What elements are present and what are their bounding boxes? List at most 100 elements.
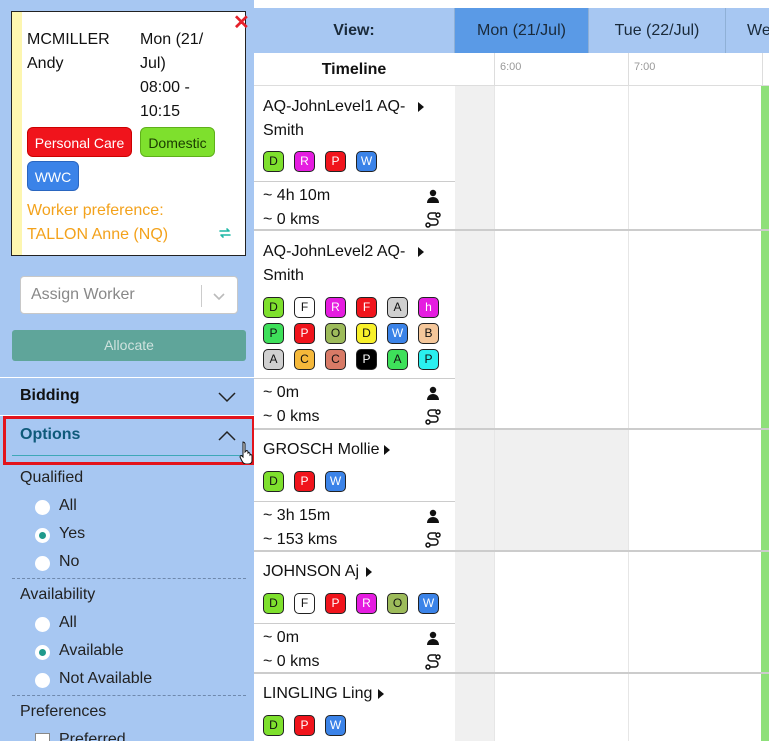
tag-domestic: Domestic bbox=[140, 127, 215, 157]
worker-duration: ~ 4h 10m bbox=[263, 187, 331, 204]
skill-badge: A bbox=[387, 297, 408, 318]
skill-badge: B bbox=[418, 323, 439, 344]
assign-worker-select[interactable]: Assign Worker bbox=[20, 276, 238, 314]
hand-cursor-icon bbox=[239, 441, 253, 464]
skill-badge: P bbox=[294, 323, 315, 344]
job-time-line1: 08:00 - bbox=[140, 79, 190, 96]
divider bbox=[12, 578, 246, 579]
row-separator bbox=[455, 550, 769, 552]
expand-arrow-icon[interactable] bbox=[378, 689, 384, 699]
row-separator bbox=[455, 672, 769, 674]
worker-preference-name: TALLON Anne (NQ) bbox=[27, 226, 169, 243]
worker-name[interactable]: JOHNSON Aj bbox=[263, 560, 359, 584]
job-date-line2: Jul) bbox=[140, 55, 166, 72]
worker-stats: ~ 0m ~ 0 kms bbox=[254, 378, 455, 430]
worker-name-line2: Smith bbox=[263, 122, 304, 139]
preferences-label: Preferences bbox=[20, 703, 107, 720]
allocate-button[interactable]: Allocate bbox=[12, 330, 246, 361]
skill-badge: P bbox=[356, 349, 377, 370]
expand-arrow-icon[interactable] bbox=[366, 567, 372, 577]
tab-tue[interactable]: Tue (22/Jul) bbox=[588, 8, 725, 53]
select-separator bbox=[201, 285, 202, 307]
tag-personal-care: Personal Care bbox=[27, 127, 132, 157]
worker-distance: ~ 0 kms bbox=[263, 408, 320, 425]
skill-badge: D bbox=[263, 715, 284, 736]
skill-badge: W bbox=[325, 471, 346, 492]
expand-arrow-icon[interactable] bbox=[384, 445, 390, 455]
worker-preference-label: Worker preference: bbox=[27, 202, 164, 219]
skill-badge: P bbox=[418, 349, 439, 370]
worker-name-line2: Smith bbox=[263, 267, 304, 284]
bidding-section-header[interactable]: Bidding bbox=[20, 387, 80, 405]
worker-stats: ~ 0m ~ 0 kms bbox=[254, 623, 455, 674]
expand-arrow-icon[interactable] bbox=[418, 102, 424, 112]
availability-available-radio[interactable] bbox=[35, 645, 50, 660]
worker-name[interactable]: AQ-JohnLevel1 AQ- bbox=[263, 95, 405, 119]
expand-arrow-icon[interactable] bbox=[418, 247, 424, 257]
skill-badge: F bbox=[356, 297, 377, 318]
worker-row[interactable]: GROSCH Mollie ~ 3h 15m ~ 153 kms DPW bbox=[254, 430, 455, 552]
divider bbox=[0, 377, 254, 378]
row-separator bbox=[455, 229, 769, 231]
client-first-name: Andy bbox=[27, 55, 64, 72]
worker-row[interactable]: JOHNSON Aj ~ 0m ~ 0 kms DFPROW bbox=[254, 552, 455, 674]
availability-not-available-radio[interactable] bbox=[35, 673, 50, 688]
skill-badge: D bbox=[263, 593, 284, 614]
skill-badge: h bbox=[418, 297, 439, 318]
skill-badge: F bbox=[294, 593, 315, 614]
worker-name[interactable]: AQ-JohnLevel2 AQ- bbox=[263, 240, 405, 264]
assign-worker-placeholder: Assign Worker bbox=[31, 286, 135, 303]
availability-not-available-label: Not Available bbox=[59, 670, 153, 687]
skill-badge: R bbox=[325, 297, 346, 318]
skill-badge: O bbox=[387, 593, 408, 614]
job-card: MCMILLER Andy Mon (21/ Jul) 08:00 - 10:1… bbox=[11, 11, 246, 256]
worker-distance: ~ 0 kms bbox=[263, 211, 320, 228]
job-date-line1: Mon (21/ bbox=[140, 31, 204, 48]
divider bbox=[12, 695, 246, 696]
chevron-down-icon[interactable] bbox=[218, 391, 236, 403]
skill-badge: W bbox=[356, 151, 377, 172]
view-bar: View: Mon (21/Jul) Tue (22/Jul) We bbox=[254, 8, 769, 53]
skill-badge: D bbox=[263, 151, 284, 172]
qualified-no-radio[interactable] bbox=[35, 556, 50, 571]
highlight-box bbox=[3, 416, 254, 465]
worker-stats: ~ 4h 10m ~ 0 kms bbox=[254, 181, 455, 231]
worker-duration: ~ 3h 15m bbox=[263, 507, 331, 524]
skill-badge: D bbox=[263, 297, 284, 318]
allocation-panel: MCMILLER Andy Mon (21/ Jul) 08:00 - 10:1… bbox=[0, 0, 254, 741]
worker-row[interactable]: AQ-JohnLevel2 AQ- Smith ~ 0m ~ 0 kms D FR… bbox=[254, 231, 455, 430]
preferred-checkbox[interactable] bbox=[35, 733, 50, 741]
qualified-all-label: All bbox=[59, 497, 77, 514]
availability-all-label: All bbox=[59, 614, 77, 631]
qualified-yes-label: Yes bbox=[59, 525, 86, 542]
schedule-grid[interactable] bbox=[455, 86, 769, 741]
timeline-label: Timeline bbox=[321, 61, 387, 78]
worker-row[interactable]: LINGLING Ling DPW bbox=[254, 674, 455, 741]
tab-wed[interactable]: We bbox=[725, 8, 769, 53]
swap-icon[interactable] bbox=[217, 225, 233, 241]
worker-stats: ~ 3h 15m ~ 153 kms bbox=[254, 501, 455, 552]
worker-icon bbox=[427, 386, 439, 400]
tab-mon[interactable]: Mon (21/Jul) bbox=[454, 8, 588, 53]
worker-name[interactable]: GROSCH Mollie bbox=[263, 438, 379, 462]
unavailable-block bbox=[455, 86, 494, 741]
skill-badge: P bbox=[294, 471, 315, 492]
worker-name[interactable]: LINGLING Ling bbox=[263, 682, 372, 706]
close-icon[interactable]: ✕ bbox=[233, 13, 250, 33]
tag-wwc: WWC bbox=[27, 161, 79, 191]
qualified-yes-radio[interactable] bbox=[35, 528, 50, 543]
skill-badge: W bbox=[325, 715, 346, 736]
availability-all-radio[interactable] bbox=[35, 617, 50, 632]
chevron-down-icon[interactable] bbox=[211, 288, 227, 304]
grid-line bbox=[628, 86, 629, 741]
availability-label: Availability bbox=[20, 586, 96, 603]
route-icon bbox=[425, 654, 441, 670]
view-label: View: bbox=[333, 22, 375, 39]
client-last-name: MCMILLER bbox=[27, 31, 110, 48]
worker-row[interactable]: AQ-JohnLevel1 AQ- Smith ~ 4h 10m ~ 0 kms… bbox=[254, 86, 455, 231]
job-time-line2: 10:15 bbox=[140, 103, 181, 120]
tick-6: 6:00 bbox=[500, 61, 522, 73]
unavailable-block bbox=[494, 430, 628, 552]
qualified-all-radio[interactable] bbox=[35, 500, 50, 515]
tick-line bbox=[494, 53, 495, 85]
